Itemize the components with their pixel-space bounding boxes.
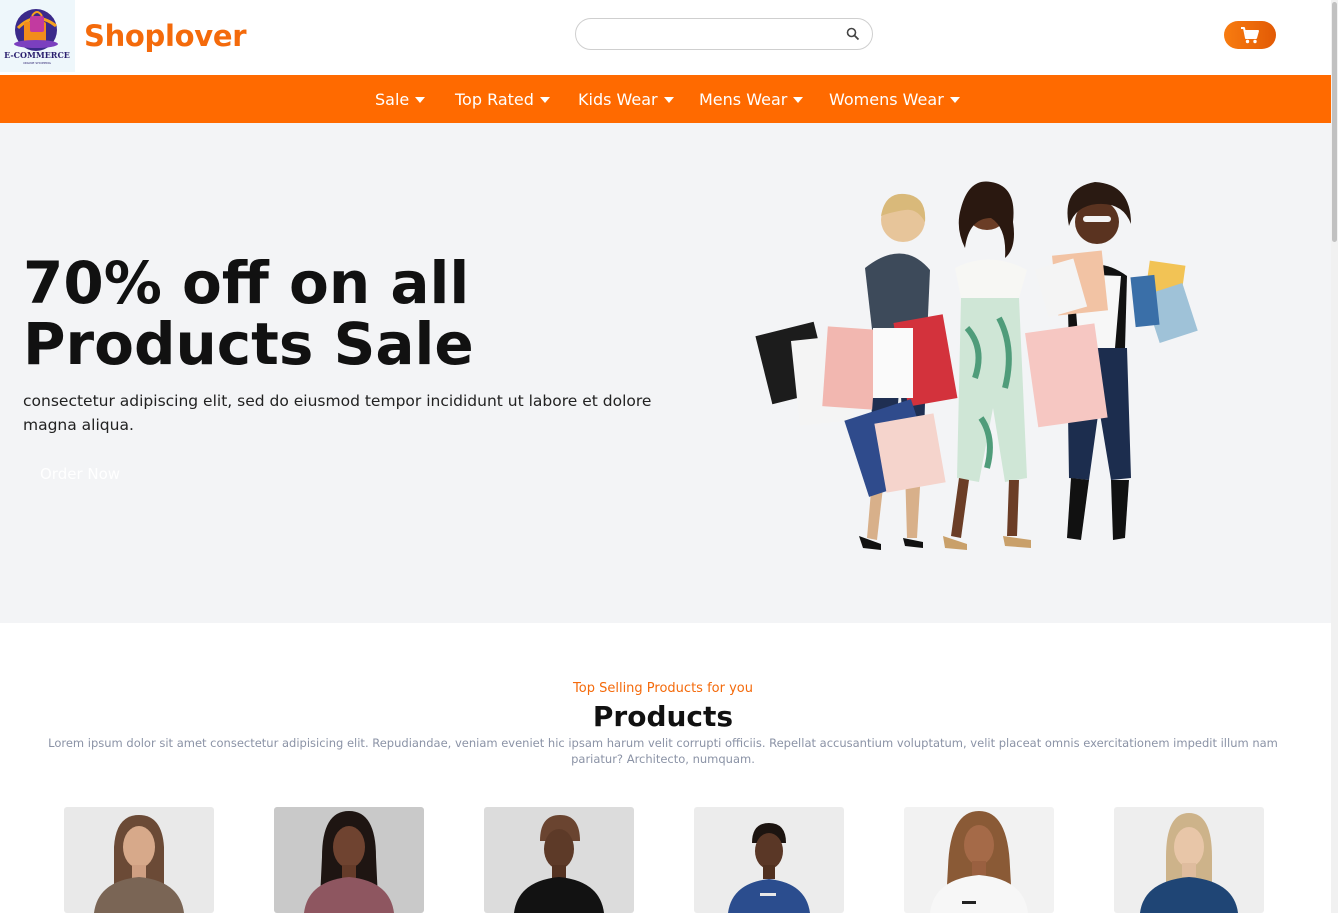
products-subtitle: Top Selling Products for you [573,681,753,696]
hero-banner: 70% off on all Products Sale consectetur… [0,123,1331,623]
product-card[interactable] [64,807,214,913]
caret-down-icon [949,96,960,103]
order-now-button[interactable]: Order Now [23,459,143,489]
cart-icon [1241,27,1259,44]
hero-headline-line2: Products Sale [23,310,474,378]
search-icon[interactable] [846,27,860,41]
nav-item-mens-wear[interactable]: Mens Wear [699,89,804,109]
nav-item-sale[interactable]: Sale [375,89,426,109]
product-image [1114,807,1264,913]
hero-text: consectetur adipiscing elit, sed do eius… [23,392,652,434]
nav-item-label: Top Rated [455,89,534,109]
page: E-COMMERCE ONLINE SHOPPING Shoplover Sal… [0,0,1331,913]
site-header: E-COMMERCE ONLINE SHOPPING Shoplover [0,0,1331,75]
scrollbar-thumb[interactable] [1332,2,1337,242]
search-input[interactable] [590,25,834,45]
nav-item-label: Sale [375,89,410,109]
hero-headline: 70% off on all Products Sale [23,253,583,375]
product-card[interactable] [904,807,1054,913]
product-image [274,807,424,913]
products-description: Lorem ipsum dolor sit amet consectetur a… [48,736,1278,766]
search-bar [575,18,873,50]
caret-down-icon [415,96,426,103]
site-logo[interactable]: E-COMMERCE ONLINE SHOPPING [0,0,75,72]
logo-text: E-COMMERCE [4,50,70,60]
nav-item-kids-wear[interactable]: Kids Wear [578,89,674,109]
caret-down-icon [663,96,674,103]
logo-subtext: ONLINE SHOPPING [23,61,52,65]
product-card[interactable] [274,807,424,913]
products-title: Products [592,700,734,733]
main-nav: Sale Top Rated Kids Wear Mens Wear Women… [0,75,1331,123]
product-card[interactable] [484,807,634,913]
product-image [484,807,634,913]
nav-item-label: Womens Wear [829,89,944,109]
page-scrollbar[interactable] [1331,0,1338,913]
product-image [694,807,844,913]
nav-item-label: Mens Wear [699,89,788,109]
hero-headline-line1: 70% off on all [23,249,470,317]
caret-down-icon [793,96,804,103]
nav-item-womens-wear[interactable]: Womens Wear [829,89,960,109]
product-image [904,807,1054,913]
hero-shoppers-image [755,181,1198,550]
cart-button[interactable] [1224,21,1276,49]
brand-name[interactable]: Shoplover [84,19,247,53]
product-card[interactable] [1114,807,1264,913]
nav-item-top-rated[interactable]: Top Rated [455,89,550,109]
product-card[interactable] [694,807,844,913]
nav-item-label: Kids Wear [578,89,658,109]
logo-icon: E-COMMERCE ONLINE SHOPPING [4,9,70,65]
product-image [64,807,214,913]
caret-down-icon [539,96,550,103]
